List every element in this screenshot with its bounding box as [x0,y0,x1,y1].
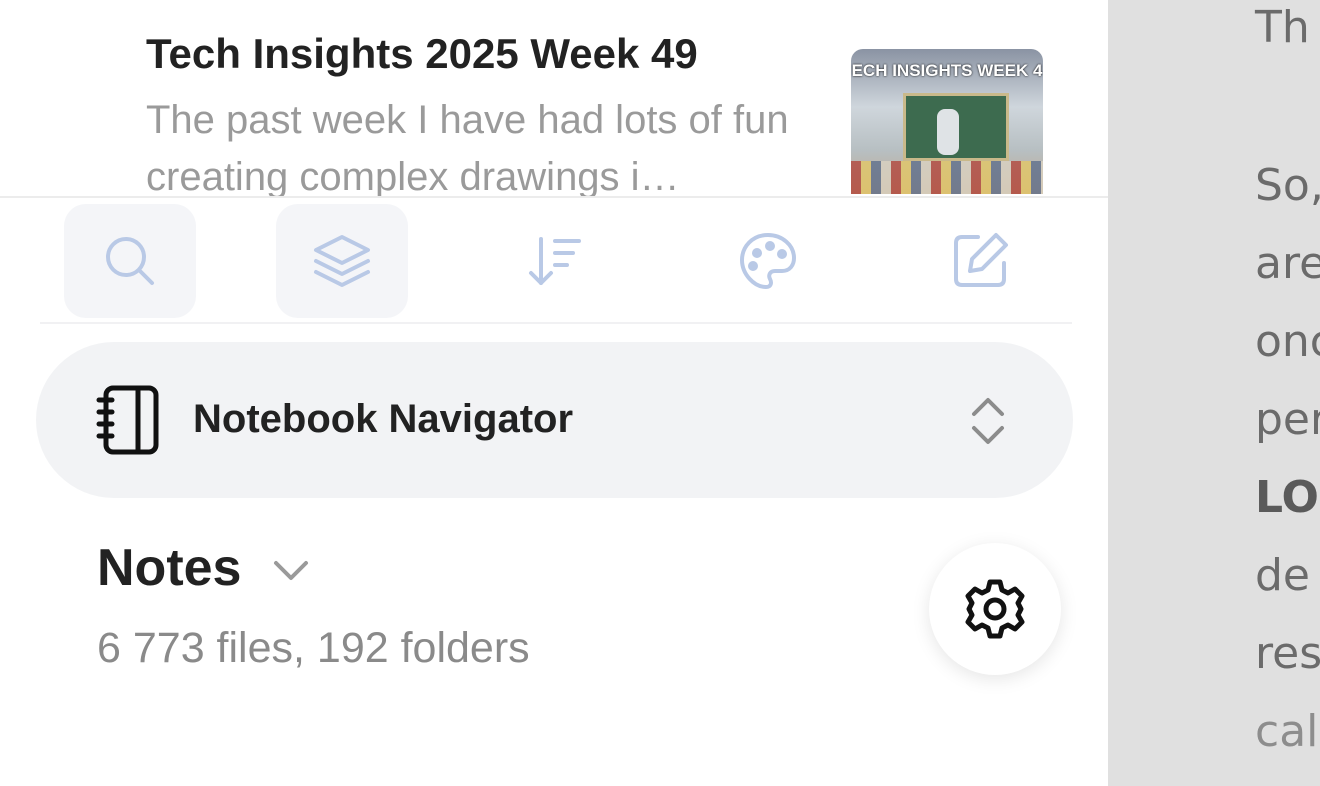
layers-icon [314,235,370,287]
navigator-pane: Tech Insights 2025 Week 49 The past week… [0,0,1108,786]
thumbnail-banner: ECH INSIGHTS WEEK 4 [851,61,1043,80]
editor-pane: Th So, are onc per LO de res cal [1108,0,1320,786]
folder-stats: 6 773 files, 192 folders [97,624,530,672]
editor-line: LO [1255,472,1319,523]
file-list-item[interactable]: Tech Insights 2025 Week 49 The past week… [0,0,1108,196]
edit-icon [954,233,1008,287]
chevron-down-icon[interactable] [270,555,312,585]
new-note-button[interactable] [914,204,1046,318]
editor-line: res [1255,628,1320,679]
vault-selector[interactable]: Notebook Navigator [36,342,1073,498]
editor-line: per [1255,394,1320,445]
thumbnail-crowd [851,161,1043,194]
settings-button[interactable] [929,543,1061,675]
palette-icon [740,233,796,289]
chevron-up-down-icon [972,398,1004,444]
editor-line: Th [1255,2,1310,53]
sort-button[interactable] [489,204,621,318]
gear-icon [965,579,1025,639]
folder-title[interactable]: Notes [97,538,241,598]
vault-name: Notebook Navigator [193,397,574,441]
file-title: Tech Insights 2025 Week 49 [146,30,698,77]
editor-line: de [1255,550,1310,601]
sort-icon [529,237,581,285]
editor-line: are [1255,238,1320,289]
file-preview: The past week I have had lots of fun cre… [146,98,789,196]
thumbnail-robot [937,109,959,155]
search-button[interactable] [64,204,196,318]
layers-button[interactable] [276,204,408,318]
search-icon [106,237,154,285]
editor-line: cal [1255,706,1319,757]
navigator-toolbar [40,198,1072,324]
notebook-icon [96,385,159,455]
editor-line: So, [1255,160,1320,211]
file-thumbnail: ECH INSIGHTS WEEK 4 [851,49,1043,194]
appearance-button[interactable] [702,204,834,318]
editor-line: onc [1255,316,1320,367]
